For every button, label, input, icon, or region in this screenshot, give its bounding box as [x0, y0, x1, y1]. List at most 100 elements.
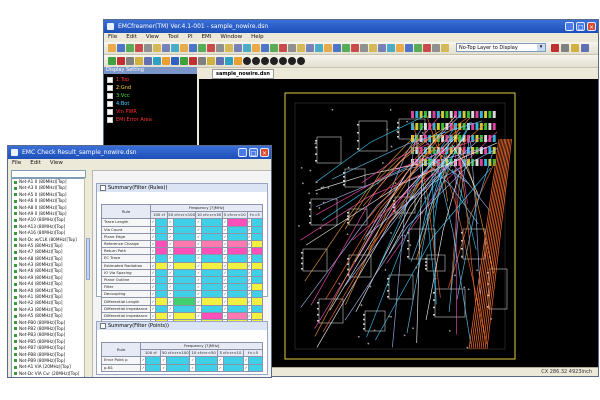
toolbar-button[interactable] — [279, 44, 287, 52]
toolbar-button[interactable] — [171, 44, 179, 52]
toolbar-button[interactable] — [243, 57, 251, 65]
toolbar-button[interactable] — [324, 44, 332, 52]
rule-row[interactable]: Return Path ✓ ✓ ✓ ✓ ✓ — [100, 247, 263, 256]
menu-view[interactable]: View — [50, 160, 63, 166]
toolbar-button[interactable] — [135, 57, 143, 65]
toolbar-button[interactable] — [207, 57, 215, 65]
checkbox-icon[interactable] — [107, 116, 113, 123]
toolbar-button[interactable] — [162, 44, 170, 52]
toolbar-button[interactable] — [162, 57, 170, 65]
toolbar-button[interactable] — [378, 44, 386, 52]
maximize-button[interactable]: □ — [576, 22, 585, 31]
rule-row[interactable]: Filter ✓ ✓ ✓ ✓ ✓ — [100, 283, 263, 292]
rule-row[interactable]: Estimated Radiation ✓ ✓ ✓ ✓ ✓ — [100, 261, 263, 270]
toolbar-button[interactable] — [189, 57, 197, 65]
toolbar-button[interactable] — [571, 44, 579, 52]
emc-search-input[interactable] — [11, 170, 86, 178]
toolbar-button[interactable] — [351, 44, 359, 52]
toolbar-button[interactable] — [279, 57, 287, 65]
menu-pi[interactable]: PI — [188, 34, 193, 40]
checkbox-icon[interactable] — [100, 184, 106, 191]
toolbar-button[interactable] — [207, 44, 215, 52]
toolbar-button[interactable] — [396, 44, 404, 52]
toolbar-button[interactable] — [441, 44, 449, 52]
toolbar-button[interactable] — [297, 57, 305, 65]
rule-row[interactable]: p-N1 ✓ ✓ ✓ ✓ ✓ — [100, 363, 263, 372]
toolbar-button[interactable] — [126, 44, 134, 52]
toolbar-button[interactable] — [153, 44, 161, 52]
menu-file[interactable]: File — [108, 34, 117, 40]
toolbar-button[interactable] — [198, 57, 206, 65]
minimize-button[interactable]: _ — [238, 148, 247, 157]
toolbar-button[interactable] — [216, 57, 224, 65]
minimize-button[interactable]: _ — [565, 22, 574, 31]
menu-help[interactable]: Help — [251, 34, 264, 40]
checkbox-icon[interactable] — [100, 322, 106, 329]
toolbar-button[interactable] — [216, 44, 224, 52]
layer-row[interactable]: EMI Error Area — [107, 116, 197, 124]
toolbar-button[interactable] — [387, 44, 395, 52]
toolbar-button[interactable] — [551, 44, 559, 52]
toolbar-button[interactable] — [405, 44, 413, 52]
toolbar-button[interactable] — [135, 44, 143, 52]
tab-sample-nowire[interactable]: sample_nowire.dsn — [212, 69, 274, 79]
toolbar-button[interactable] — [288, 57, 296, 65]
toolbar-button[interactable] — [117, 44, 125, 52]
toolbar-button[interactable] — [234, 44, 242, 52]
toolbar-button[interactable] — [153, 57, 161, 65]
rule-row[interactable]: Trace Length ✓ ✓ ✓ ✓ ✓ — [100, 218, 263, 227]
toolbar-button[interactable] — [561, 44, 569, 52]
rule-row[interactable]: EC Trace ✓ ✓ ✓ ✓ ✓ — [100, 254, 263, 263]
checkbox-icon[interactable] — [107, 108, 113, 115]
toolbar-button[interactable] — [180, 57, 188, 65]
toolbar-button[interactable] — [360, 44, 368, 52]
layer-select[interactable]: No-Top Layer to Display ▾ — [456, 43, 546, 52]
toolbar-button[interactable] — [270, 44, 278, 52]
toolbar-button[interactable] — [306, 44, 314, 52]
toolbar-button[interactable] — [252, 57, 260, 65]
close-button[interactable]: × — [260, 148, 269, 157]
layer-row[interactable]: 3:Vcc — [107, 92, 197, 100]
rule-row[interactable]: Decoupling ✓ ✓ ✓ ✓ ✓ — [100, 290, 263, 299]
toolbar-button[interactable] — [243, 44, 251, 52]
toolbar-button[interactable] — [252, 44, 260, 52]
checkbox-icon[interactable] — [107, 84, 113, 91]
menu-window[interactable]: Window — [220, 34, 242, 40]
toolbar-button[interactable] — [234, 57, 242, 65]
toolbar-button[interactable] — [342, 44, 350, 52]
toolbar-button[interactable] — [189, 44, 197, 52]
toolbar-button[interactable] — [126, 57, 134, 65]
toolbar-button[interactable] — [261, 44, 269, 52]
summary-points-header[interactable]: Summary(Filter (Points)) — [97, 322, 267, 330]
rule-row[interactable]: Differential Impedance ✓ ✓ ✓ ✓ ✓ — [100, 304, 263, 313]
toolbar-button[interactable] — [198, 44, 206, 52]
toolbar-button[interactable] — [261, 57, 269, 65]
layer-row[interactable]: 1:Top — [107, 76, 197, 84]
menu-view[interactable]: View — [146, 34, 159, 40]
menu-edit[interactable]: Edit — [126, 34, 137, 40]
toolbar-button[interactable] — [225, 57, 233, 65]
toolbar-button[interactable] — [288, 44, 296, 52]
scrollbar-thumb[interactable] — [86, 238, 90, 280]
summary-rules-header[interactable]: Summary(Filter (Rules)) — [97, 184, 267, 192]
rule-row[interactable]: Differential Impedance ✓ ✓ ✓ ✓ ✓ — [100, 311, 263, 321]
rule-row[interactable]: Via Count ✓ ✓ ✓ ✓ ✓ — [100, 225, 263, 234]
toolbar-button[interactable] — [180, 44, 188, 52]
close-button[interactable]: × — [587, 22, 596, 31]
rule-row[interactable]: IO Via Spacing ✓ ✓ ✓ ✓ ✓ — [100, 268, 263, 277]
toolbar-button[interactable] — [432, 44, 440, 52]
toolbar-button[interactable] — [108, 44, 116, 52]
toolbar-button[interactable] — [414, 44, 422, 52]
toolbar-button[interactable] — [315, 44, 323, 52]
rule-row[interactable]: Reference Change ✓ ✓ ✓ ✓ ✓ — [100, 239, 263, 249]
checkbox-icon[interactable] — [107, 76, 113, 83]
maximize-button[interactable]: □ — [249, 148, 258, 157]
menu-file[interactable]: File — [12, 160, 21, 166]
menu-edit[interactable]: Edit — [30, 160, 41, 166]
menu-tool[interactable]: Tool — [168, 34, 179, 40]
toolbar-button[interactable] — [144, 44, 152, 52]
toolbar-button[interactable] — [108, 57, 116, 65]
toolbar-button[interactable] — [144, 57, 152, 65]
toolbar-button[interactable] — [117, 57, 125, 65]
checkbox-icon[interactable] — [107, 92, 113, 99]
